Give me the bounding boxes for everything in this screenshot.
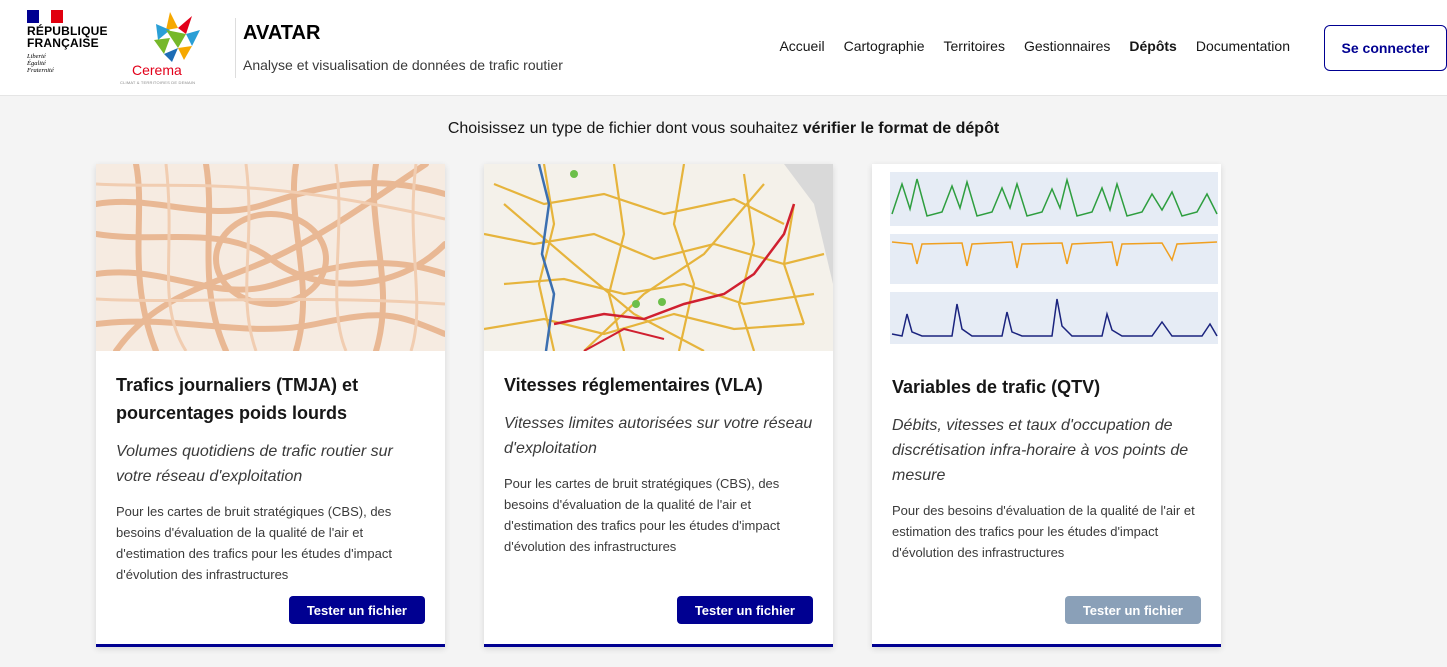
test-file-button-vla[interactable]: Tester un fichier — [676, 596, 813, 624]
card-vla: Vitesses réglementaires (VLA) Vitesses l… — [484, 164, 833, 647]
test-file-button-qtv[interactable]: Tester un fichier — [1064, 596, 1201, 624]
road-network-map-image — [96, 164, 445, 351]
speed-limit-map-image — [484, 164, 833, 351]
card-description: Pour des besoins d'évaluation de la qual… — [892, 503, 1195, 560]
cerema-wordmark: Cerema — [132, 62, 182, 78]
login-button[interactable]: Se connecter — [1324, 25, 1447, 71]
republique-francaise-logo[interactable]: RÉPUBLIQUE FRANÇAISE Liberté Égalité Fra… — [27, 10, 108, 74]
card-description: Pour les cartes de bruit stratégiques (C… — [116, 504, 392, 582]
intro-bold: vérifier le format de dépôt — [802, 120, 1000, 137]
header-divider — [235, 18, 236, 78]
card-tmja-body: Trafics journaliers (TMJA) et pourcentag… — [116, 371, 425, 585]
card-title: Trafics journaliers (TMJA) et pourcentag… — [116, 375, 359, 423]
motto-egalite: Égalité — [27, 60, 46, 67]
main-nav: Accueil Cartographie Territoires Gestion… — [779, 38, 1290, 54]
card-description: Pour les cartes de bruit stratégiques (C… — [504, 476, 780, 554]
motto-fraternite: Fraternité — [27, 67, 54, 74]
card-subtitle: Débits, vitesses et taux d'occupation de… — [892, 417, 1189, 484]
intro-text: Choisissez un type de fichier dont vous … — [0, 120, 1447, 138]
nav-documentation[interactable]: Documentation — [1196, 38, 1290, 54]
card-title: Vitesses réglementaires (VLA) — [504, 375, 763, 395]
site-header: RÉPUBLIQUE FRANÇAISE Liberté Égalité Fra… — [0, 0, 1447, 96]
card-subtitle: Vitesses limites autorisées sur votre ré… — [504, 415, 813, 457]
intro-plain: Choisissez un type de fichier dont vous … — [447, 120, 803, 137]
nav-depots[interactable]: Dépôts — [1129, 38, 1176, 54]
rf-line2: FRANÇAISE — [27, 36, 99, 50]
motto: Liberté Égalité Fraternité — [27, 53, 108, 74]
cerema-tagline: CLIMAT & TERRITOIRES DE DEMAIN — [120, 80, 196, 85]
nav-gestionnaires[interactable]: Gestionnaires — [1024, 38, 1110, 54]
card-vla-body: Vitesses réglementaires (VLA) Vitesses l… — [504, 371, 813, 557]
card-qtv-body: Variables de trafic (QTV) Débits, vitess… — [892, 373, 1201, 563]
card-qtv: Variables de trafic (QTV) Débits, vitess… — [872, 164, 1221, 647]
nav-cartographie[interactable]: Cartographie — [844, 38, 925, 54]
card-title: Variables de trafic (QTV) — [892, 377, 1101, 397]
app-title[interactable]: AVATAR — [243, 22, 320, 45]
test-file-button-tmja[interactable]: Tester un fichier — [288, 596, 425, 624]
traffic-timeseries-image — [872, 164, 1221, 351]
motto-liberte: Liberté — [27, 53, 46, 60]
app-subtitle: Analyse et visualisation de données de t… — [243, 57, 563, 73]
french-flag-icon — [27, 10, 63, 23]
card-tmja: Trafics journaliers (TMJA) et pourcentag… — [96, 164, 445, 647]
nav-territoires[interactable]: Territoires — [944, 38, 1005, 54]
card-subtitle: Volumes quotidiens de trafic routier sur… — [116, 443, 393, 485]
nav-accueil[interactable]: Accueil — [779, 38, 824, 54]
